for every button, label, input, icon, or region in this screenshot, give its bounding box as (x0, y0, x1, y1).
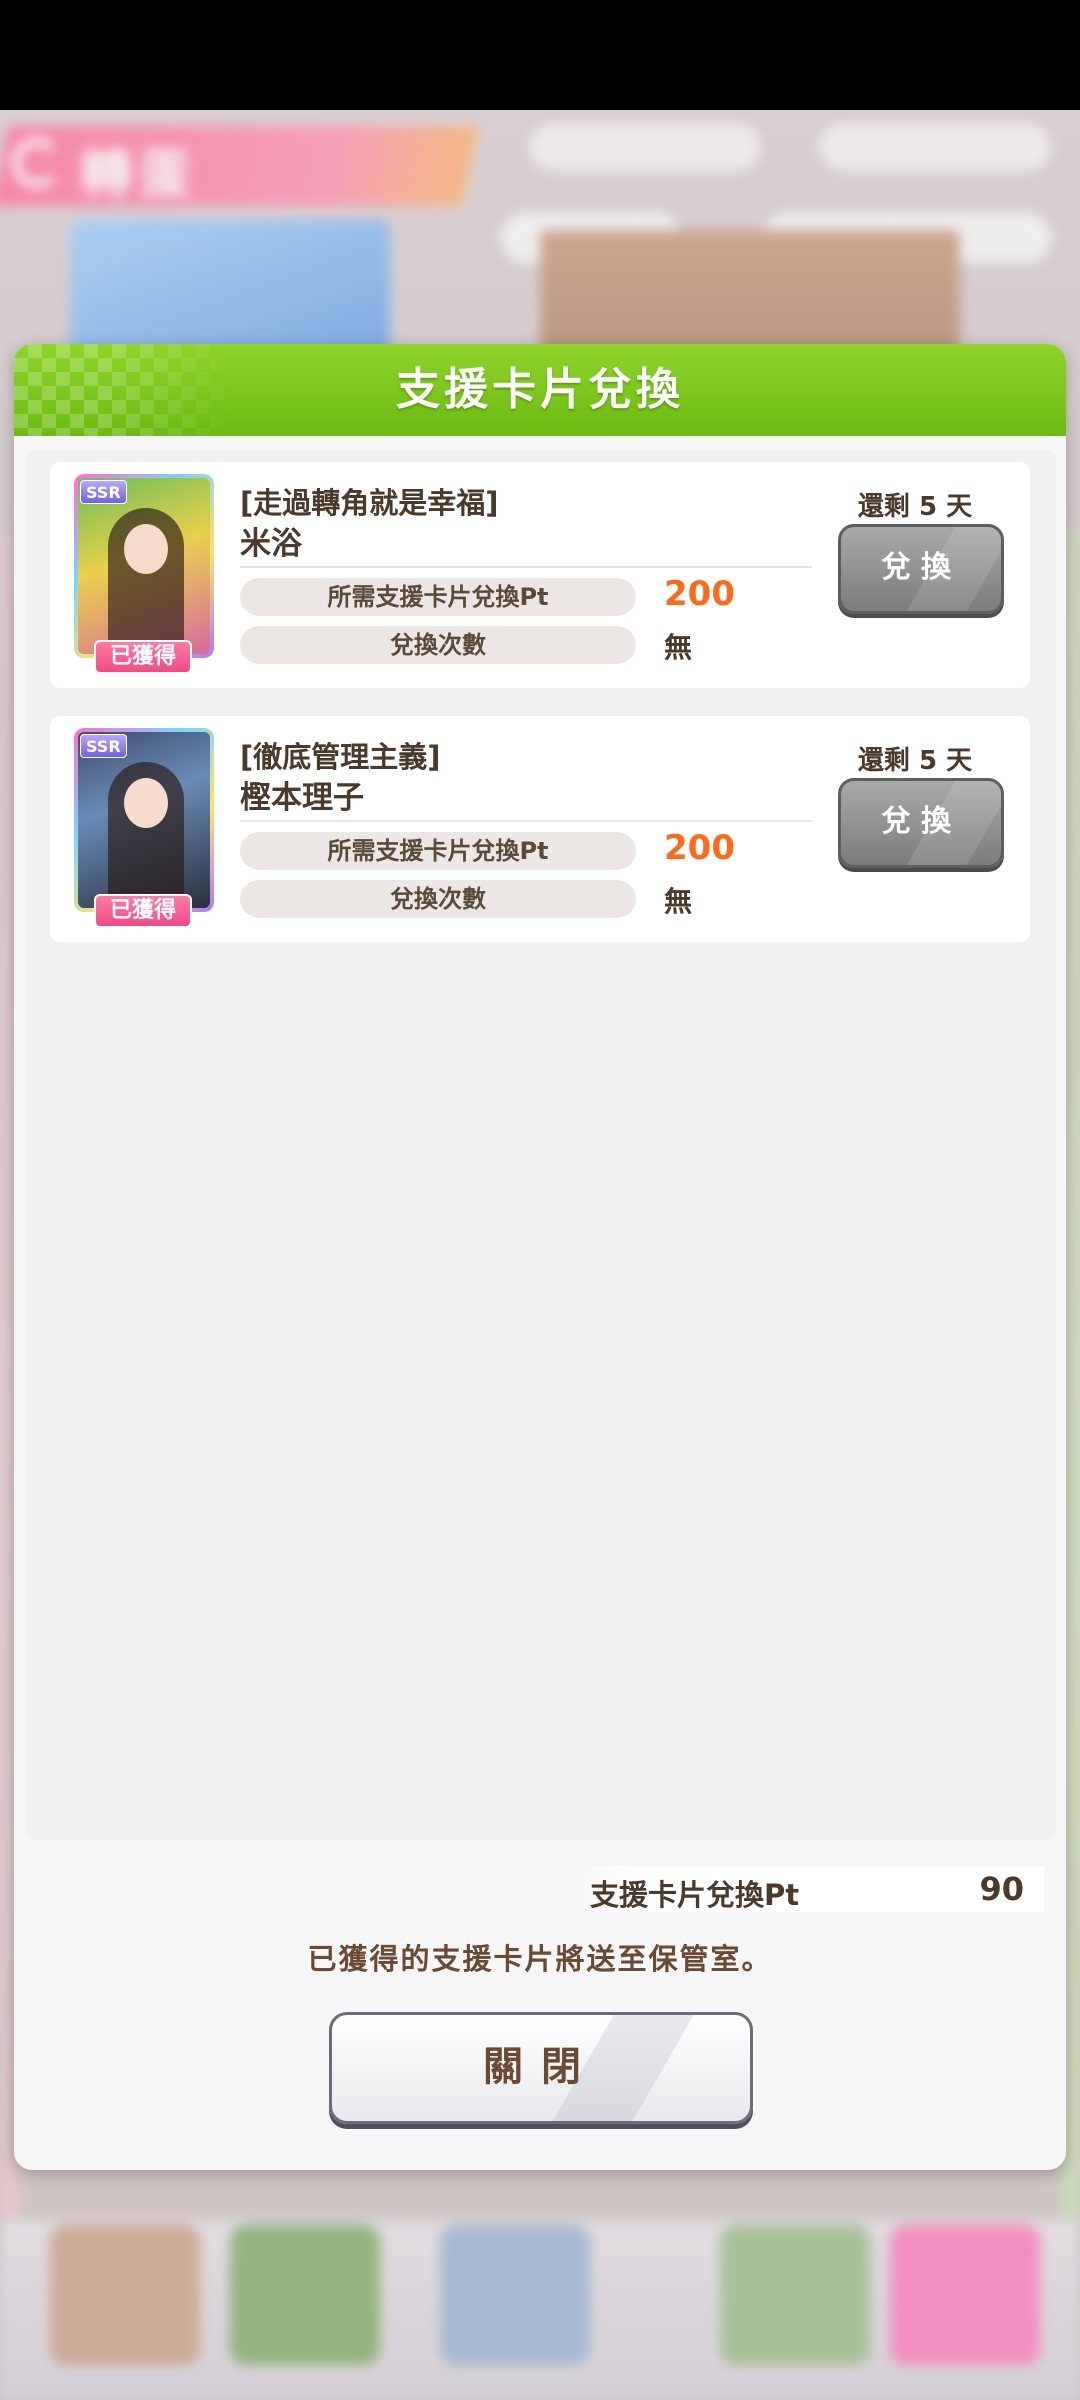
card-list[interactable]: SSR 已獲得 [走過轉角就是幸福] 米浴 所需支援卡片兌換Pt 200 兌換次… (26, 450, 1056, 1840)
background-nav-item-1 (50, 2225, 200, 2365)
divider (240, 820, 812, 822)
exchange-count-value: 無 (664, 631, 693, 664)
obtained-badge: 已獲得 (94, 894, 192, 928)
divider (240, 566, 812, 568)
card-thumbnail[interactable]: SSR (74, 474, 214, 658)
exchange-points-value: 90 (979, 1870, 1024, 1908)
exchange-points-label: 支援卡片兌換Pt (590, 1878, 800, 1912)
background-header-banner (0, 126, 479, 206)
rarity-badge: SSR (80, 480, 127, 504)
card-subtitle: [走過轉角就是幸福] (240, 486, 499, 520)
character-face (124, 778, 168, 828)
character-face (124, 524, 168, 574)
card-thumbnail[interactable]: SSR (74, 728, 214, 912)
card-row: SSR 已獲得 [走過轉角就是幸福] 米浴 所需支援卡片兌換Pt 200 兌換次… (50, 462, 1030, 688)
background-header-title: 轉蛋 (80, 145, 197, 205)
rarity-badge: SSR (80, 734, 127, 758)
exchange-count-value: 無 (664, 885, 693, 918)
background-currency-2 (820, 124, 1050, 170)
card-name: 米浴 (240, 526, 302, 562)
remaining-days: 還剩 5 天 (857, 746, 973, 776)
exchange-count-label: 兌換次數 (240, 626, 636, 664)
close-button[interactable]: 關閉 (329, 2012, 753, 2124)
card-subtitle: [徹底管理主義] (240, 740, 441, 774)
notice-text: 已獲得的支援卡片將送至保管室。 (307, 1942, 773, 1976)
dialog-header: 支援卡片兌換 (14, 344, 1066, 436)
cost-value: 200 (664, 828, 735, 868)
dialog-title: 支援卡片兌換 (396, 364, 684, 415)
support-card-exchange-dialog: 支援卡片兌換 SSR 已獲得 [走過轉角就是幸福] 米浴 所需支援卡片兌換Pt … (14, 344, 1066, 2170)
obtained-badge: 已獲得 (94, 640, 192, 674)
background-nav-item-2 (230, 2225, 380, 2365)
status-bar (0, 0, 1080, 110)
background-currency-1 (530, 124, 760, 170)
back-icon (12, 138, 62, 188)
card-row: SSR 已獲得 [徹底管理主義] 樫本理子 所需支援卡片兌換Pt 200 兌換次… (50, 716, 1030, 942)
background-nav-item-4 (720, 2225, 870, 2365)
exchange-count-label: 兌換次數 (240, 880, 636, 918)
exchange-button[interactable]: 兌換 (838, 778, 1004, 868)
cost-label: 所需支援卡片兌換Pt (240, 578, 636, 616)
background-nav-item-5 (890, 2225, 1040, 2365)
cost-label: 所需支援卡片兌換Pt (240, 832, 636, 870)
exchange-button[interactable]: 兌換 (838, 524, 1004, 614)
cost-value: 200 (664, 574, 735, 614)
remaining-days: 還剩 5 天 (857, 492, 973, 522)
card-name: 樫本理子 (240, 780, 364, 816)
background-nav-item-3 (440, 2225, 590, 2365)
